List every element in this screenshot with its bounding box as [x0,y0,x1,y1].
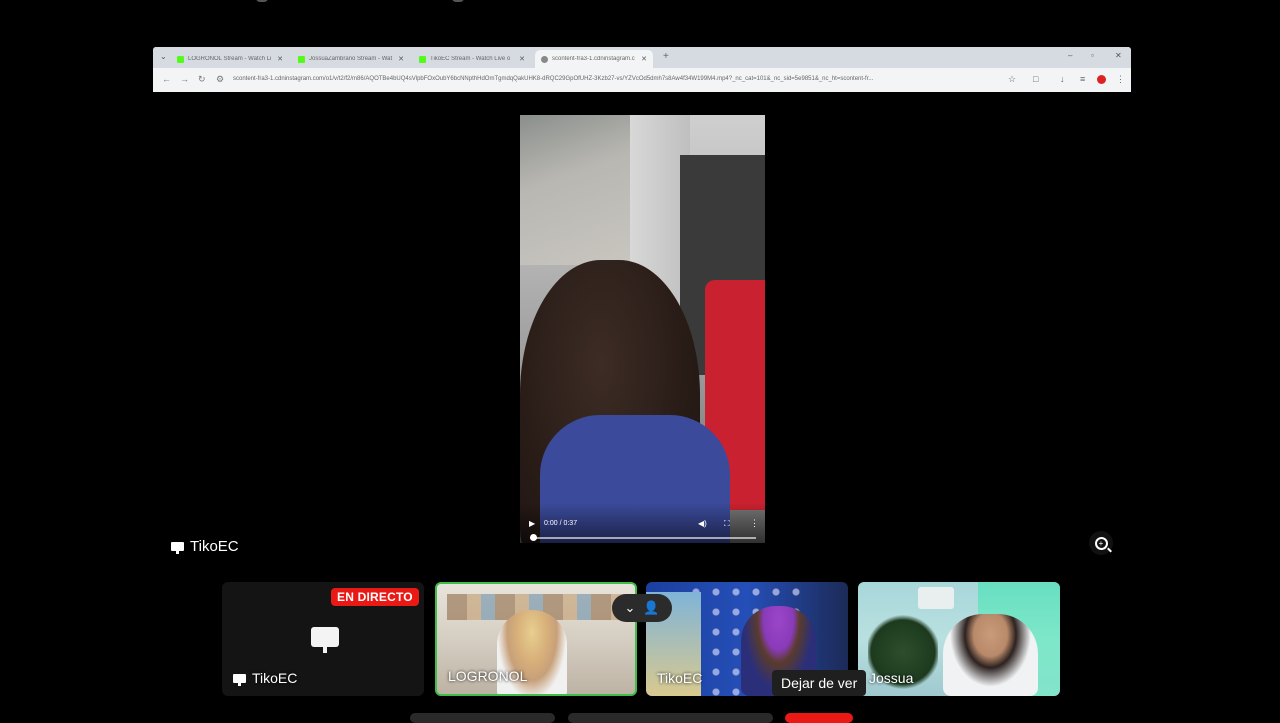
browser-menu-icon: ⋮ [1116,74,1125,84]
video-progress-thumb [530,534,537,541]
profile-avatar-icon [1097,75,1106,84]
top-indicator [256,0,268,2]
bookmark-star-icon: ☆ [1008,74,1017,84]
shared-browser-window: ⌄ LOGRONOL Stream - Watch Li ✕ JossuaZam… [153,47,1131,92]
close-tab-icon: ✕ [398,56,404,63]
video-progress-bar [530,534,756,541]
minimize-icon: – [1068,51,1073,60]
participant-label: LOGRONOL [448,668,527,684]
browser-tab: JossuaZambrano Stream - Wat ✕ [292,50,410,68]
participant-label: TikoEC [657,670,702,686]
bottom-control[interactable] [568,713,773,723]
bottom-control[interactable] [410,713,555,723]
webcam-background [918,587,954,609]
tab-title: JossuaZambrano Stream - Wat [309,56,393,62]
video-controls: ▶ 0:00 / 0:37 ◀) ⛶ ⋮ [520,517,765,531]
fullscreen-icon: ⛶ [724,519,730,528]
screen-share-icon [311,627,339,653]
live-badge: EN DIRECTO [331,588,419,606]
zoom-in-icon: + [1094,536,1108,550]
more-options-icon: ⋮ [750,518,759,528]
participant-label: Jossua [869,670,913,686]
screen-share-icon [171,542,184,554]
tab-title: TikoEC Stream - Watch Live o [430,56,511,62]
shared-video: ▶ 0:00 / 0:37 ◀) ⛶ ⋮ [520,115,765,543]
browser-tab-active: scontent-fra3-1.cdninstagram.c ✕ [535,50,653,68]
tab-title: LOGRONOL Stream - Watch Li [188,56,272,62]
main-presenter-label: TikoEC [171,538,239,555]
screen-share-icon [233,673,246,686]
new-tab-icon: + [663,51,669,62]
participant-name: TikoEC [657,670,703,686]
kick-favicon-icon [419,55,426,63]
maximize-icon: ▫ [1091,51,1094,60]
extension-icon: ≡ [1080,74,1086,84]
main-presenter-name: TikoEC [190,538,239,555]
kick-favicon-icon [177,55,184,63]
play-icon: ▶ [529,519,536,528]
volume-icon: ◀) [698,519,707,528]
participant-name: Jossua [869,670,914,686]
close-tab-icon: ✕ [519,56,525,63]
participant-name: TikoEC [252,670,298,686]
participant-label: TikoEC [233,670,297,686]
back-icon: ← [162,74,171,84]
tab-title: scontent-fra3-1.cdninstagram.c [552,56,635,62]
browser-toolbar: ← → ↻ ⚙ scontent-fra3-1.cdninstagram.com… [153,68,1131,92]
extensions-icon: □ [1033,74,1039,84]
close-tab-icon: ✕ [641,56,647,63]
participant-tile-jossua[interactable]: Jossua [858,582,1060,696]
chevron-down-icon: ⌄ [624,600,636,615]
browser-tab: TikoEC Stream - Watch Live o ✕ [413,50,531,68]
person-remove-icon: 👤 [643,600,660,615]
participant-tile-logronol[interactable]: LOGRONOL [435,582,637,696]
globe-favicon-icon [541,55,548,63]
browser-tab: LOGRONOL Stream - Watch Li ✕ [171,50,289,68]
video-time: 0:00 / 0:37 [544,520,578,527]
reload-icon: ↻ [198,74,206,84]
window-close-icon: ✕ [1115,51,1122,60]
participant-name: LOGRONOL [448,668,528,684]
forward-icon: → [180,74,189,84]
site-info-icon: ⚙ [216,74,225,84]
kick-favicon-icon [298,55,305,63]
address-bar: scontent-fra3-1.cdninstagram.com/o1/v/t2… [233,76,874,82]
stop-watching-button[interactable]: ⌄ 👤 [612,594,672,622]
tab-strip: ⌄ LOGRONOL Stream - Watch Li ✕ JossuaZam… [153,47,1131,68]
tooltip: Dejar de ver [772,670,867,696]
top-indicator [452,0,464,2]
video-frame-background [520,115,640,265]
zoom-button[interactable]: + [1089,531,1113,555]
webcam-person [943,614,1038,696]
close-tab-icon: ✕ [277,56,283,63]
leave-button[interactable] [785,713,853,723]
tab-search-icon: ⌄ [160,52,167,61]
download-icon: ↓ [1060,74,1065,84]
